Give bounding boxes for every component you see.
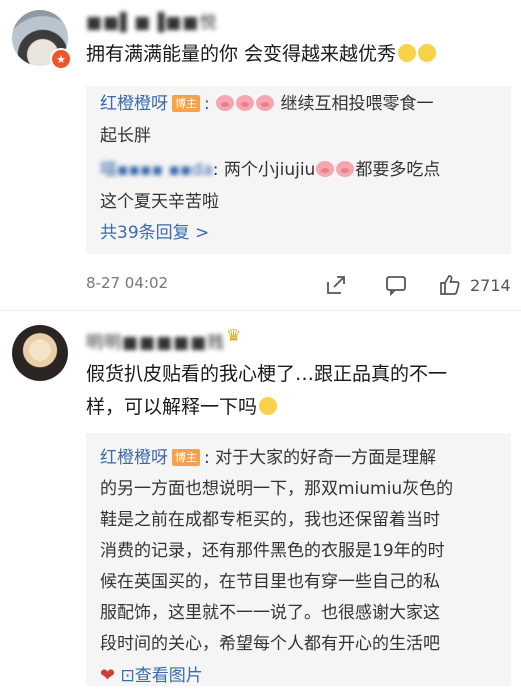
pig-emoji-icon xyxy=(236,95,255,111)
reply-text-line2: 这个夏天辛苦啦 xyxy=(100,192,219,212)
comment-text: 拥有满满能量的你 会变得越来越优秀 xyxy=(86,38,507,71)
verified-badge-icon: ★ xyxy=(50,48,72,70)
reply-text: 继续互相投喂零食一 xyxy=(280,94,434,114)
reply-item: 红橙橙呀 博主: 对于大家的好奇一方面是理解 的另一方面也想说明一下，那双mium… xyxy=(100,443,497,692)
reply-author[interactable]: 红橙橙呀 xyxy=(100,94,168,114)
reply-text-cont: 都要多吃点 xyxy=(355,160,441,180)
crown-icon: ♛ xyxy=(226,326,242,346)
comment-icon xyxy=(382,271,410,299)
reply-text-cont: 起长胖 xyxy=(100,126,151,146)
like-button[interactable]: 2714 xyxy=(436,268,511,302)
blogger-badge: 博主 xyxy=(172,449,200,466)
reply-item: 红橙橙呀 博主: 继续互相投喂零食一 起长胖 xyxy=(100,94,434,146)
timestamp: 8-27 04:02 xyxy=(86,274,169,292)
more-replies-link[interactable]: 共39条回复 > xyxy=(100,218,209,243)
avatar[interactable] xyxy=(12,325,68,381)
reply-author[interactable]: 喵▪▪▪▪ ▪▪da xyxy=(100,160,213,180)
comment-button[interactable] xyxy=(382,268,410,302)
reply-line: : 对于大家的好奇一方面是理解 xyxy=(204,448,437,468)
reply-author[interactable]: 红橙橙呀 xyxy=(100,448,168,468)
smile-emoji-icon xyxy=(398,44,417,62)
reply-line: 的另一方面也想说明一下，那双miumiu灰色的 xyxy=(100,479,454,499)
username[interactable]: 明明■■■■■贱 xyxy=(86,328,225,353)
pig-emoji-icon xyxy=(336,161,355,177)
comment-text-line2: 样，可以解释一下吗 xyxy=(86,396,258,418)
reply-line: 服配饰，这里就不一一说了。也很感谢大家这 xyxy=(100,603,440,623)
share-icon xyxy=(322,271,350,299)
pig-emoji-icon xyxy=(316,161,335,177)
reply-line: 鞋是之前在成都专柜买的，我也还保留着当时 xyxy=(100,510,440,530)
reply-line: 候在英国买的，在节目里也有穿一些自己的私 xyxy=(100,572,440,592)
reply-line: 消费的记录，还有那件黑色的衣服是19年的时 xyxy=(100,541,445,561)
divider xyxy=(0,310,521,311)
comment-text: 假货扒皮贴看的我心梗了…跟正品真的不一 样，可以解释一下吗 xyxy=(86,358,507,424)
reply-item: 喵▪▪▪▪ ▪▪da: 两个小jiujiu 都要多吃点 这个夏天辛苦啦 xyxy=(100,154,497,218)
reply-box: 红橙橙呀 博主: 对于大家的好奇一方面是理解 的另一方面也想说明一下，那双mium… xyxy=(86,433,511,686)
reply-box: 红橙橙呀 博主: 继续互相投喂零食一 起长胖 喵▪▪▪▪ ▪▪da: 两个小jiu… xyxy=(86,86,511,254)
blogger-badge: 博主 xyxy=(172,95,200,112)
username[interactable]: ■■▌■▐■■悦 xyxy=(86,8,217,33)
reply-text: : 两个小jiujiu xyxy=(212,160,316,180)
smile-emoji-icon xyxy=(418,44,437,62)
like-count: 2714 xyxy=(470,275,511,295)
view-image-link[interactable]: ⊡查看图片 xyxy=(121,666,203,686)
smile-emoji-icon xyxy=(259,397,278,415)
comment-text-body: 拥有满满能量的你 会变得越来越优秀 xyxy=(86,43,397,65)
share-button[interactable] xyxy=(322,268,350,302)
reply-line: 段时间的关心，希望每个人都有开心的生活吧 xyxy=(100,634,440,654)
pig-emoji-icon xyxy=(216,95,235,111)
pig-emoji-icon xyxy=(256,95,275,111)
thumbs-up-icon xyxy=(436,271,464,299)
heart-icon: ❤ xyxy=(100,665,116,686)
comment-text-line1: 假货扒皮贴看的我心梗了…跟正品真的不一 xyxy=(86,363,448,385)
